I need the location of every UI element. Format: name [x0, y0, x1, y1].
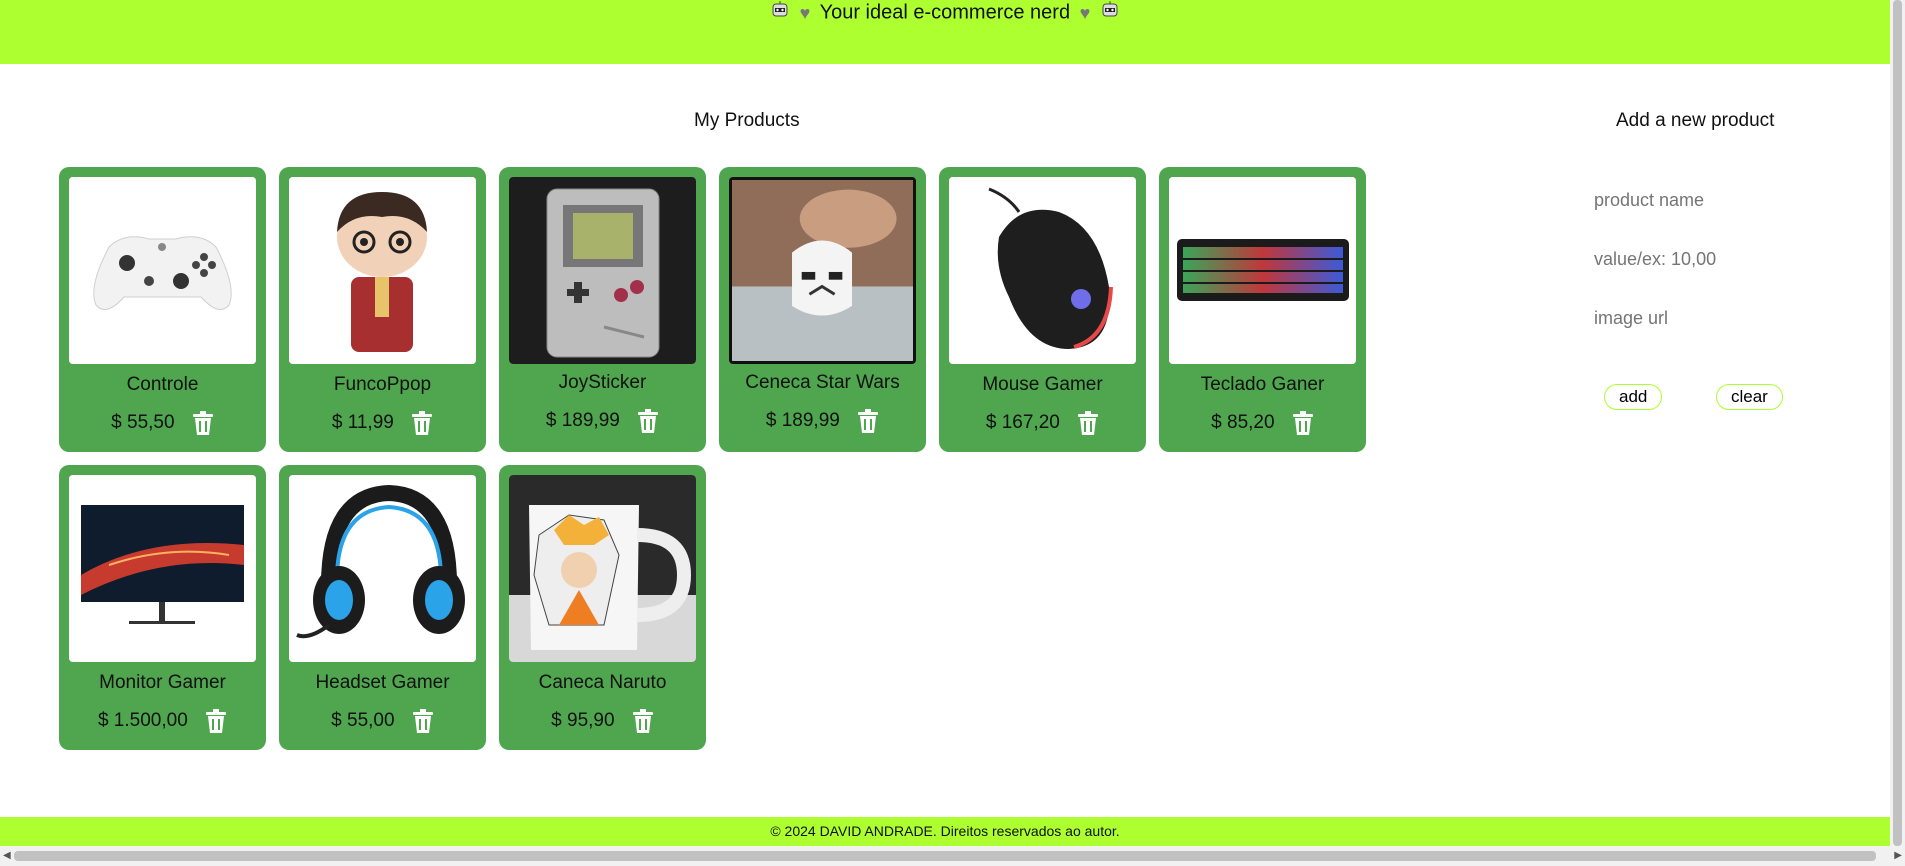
product-name: Headset Gamer: [315, 672, 450, 693]
product-name: Ceneca Star Wars: [745, 372, 900, 393]
product-image: [289, 475, 476, 662]
site-footer: © 2024 DAVID ANDRADE. Direitos reservado…: [0, 817, 1890, 846]
add-product-form: [1594, 186, 1824, 363]
trash-icon[interactable]: [192, 411, 214, 435]
product-image: [1169, 177, 1356, 364]
product-image: [69, 177, 256, 364]
product-price: $ 85,20: [1211, 412, 1275, 433]
product-price: $ 55,50: [111, 412, 175, 433]
product-image: [69, 475, 256, 662]
product-name: FuncoPpop: [333, 374, 432, 395]
trash-icon[interactable]: [1077, 411, 1099, 435]
product-card: FuncoPpop $ 11,99: [279, 167, 486, 452]
product-image: [509, 475, 696, 662]
product-price: $ 11,99: [331, 412, 394, 433]
heart-icon: ♥: [799, 3, 811, 23]
trash-icon[interactable]: [412, 709, 434, 733]
trash-icon[interactable]: [411, 411, 433, 435]
form-title: Add a new product: [1616, 110, 1775, 131]
product-name: Monitor Gamer: [99, 672, 226, 693]
product-price: $ 55,00: [331, 710, 395, 731]
product-image: [509, 177, 696, 364]
product-price: $ 189,99: [545, 410, 620, 431]
trash-icon[interactable]: [1292, 411, 1314, 435]
product-name: JoySticker: [558, 372, 647, 393]
product-name: Mouse Gamer: [982, 374, 1103, 395]
product-card: Controle $ 55,50: [59, 167, 266, 452]
trash-icon[interactable]: [857, 409, 879, 433]
trash-icon[interactable]: [632, 709, 654, 733]
product-grid: Controle $ 55,50 FuncoPpop $ 11,99 JoySt…: [59, 167, 1389, 750]
product-price: $ 189,99: [765, 410, 840, 431]
product-price: $ 95,90: [551, 710, 615, 731]
trash-icon[interactable]: [205, 709, 227, 733]
add-button[interactable]: add: [1604, 384, 1663, 410]
scroll-right-icon[interactable]: ▶: [1894, 850, 1902, 861]
image-url-input[interactable]: [1594, 304, 1804, 333]
heart-icon: ♥: [1079, 3, 1091, 23]
trash-icon[interactable]: [637, 409, 659, 433]
scroll-left-icon[interactable]: ◀: [3, 850, 11, 861]
clear-button[interactable]: clear: [1716, 384, 1783, 410]
header-title: Your ideal e-commerce nerd: [819, 1, 1071, 24]
product-card: JoySticker $ 189,99: [499, 167, 706, 452]
product-card: Ceneca Star Wars $ 189,99: [719, 167, 926, 452]
site-header: ♥ Your ideal e-commerce nerd ♥: [0, 0, 1890, 64]
product-image: [729, 177, 916, 364]
product-name: Controle: [126, 374, 199, 395]
product-name: Teclado Ganer: [1200, 374, 1325, 395]
product-card: Headset Gamer $ 55,00: [279, 465, 486, 750]
product-card: Caneca Naruto $ 95,90: [499, 465, 706, 750]
robot-icon: [1100, 0, 1120, 26]
robot-icon: [770, 0, 790, 26]
product-price: $ 1.500,00: [97, 710, 188, 731]
product-image: [949, 177, 1136, 364]
product-price: $ 167,20: [985, 412, 1060, 433]
vertical-scrollbar[interactable]: [1890, 0, 1905, 846]
product-card: Teclado Ganer $ 85,20: [1159, 167, 1366, 452]
footer-text: © 2024 DAVID ANDRADE. Direitos reservado…: [770, 823, 1120, 839]
horizontal-scrollbar[interactable]: ◀ ▶: [0, 846, 1905, 866]
products-title: My Products: [694, 110, 800, 131]
product-value-input[interactable]: [1594, 245, 1804, 274]
product-card: Mouse Gamer $ 167,20: [939, 167, 1146, 452]
product-image: [289, 177, 476, 364]
product-name-input[interactable]: [1594, 186, 1804, 215]
product-card: Monitor Gamer $ 1.500,00: [59, 465, 266, 750]
product-name: Caneca Naruto: [538, 672, 667, 693]
